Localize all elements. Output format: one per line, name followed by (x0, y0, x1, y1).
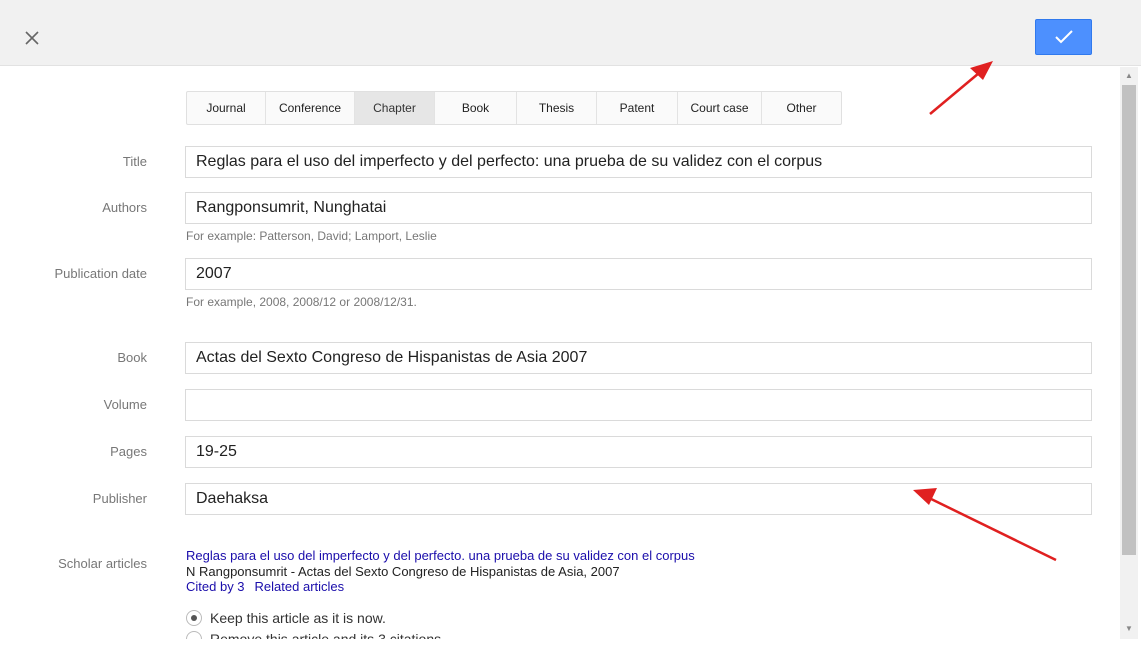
checkmark-icon (1054, 30, 1073, 44)
close-button[interactable] (20, 26, 44, 50)
scholar-article-title-link[interactable]: Reglas para el uso del imperfecto y del … (186, 548, 1086, 563)
keep-article-option[interactable]: Keep this article as it is now. (186, 610, 386, 626)
bottom-edge (0, 639, 1141, 647)
pages-label: Pages (110, 444, 147, 459)
scroll-down-arrow-icon[interactable]: ▼ (1124, 624, 1134, 634)
keep-article-radio[interactable] (186, 610, 202, 626)
authors-input[interactable] (185, 192, 1092, 224)
tab-chapter[interactable]: Chapter (355, 92, 435, 124)
book-label: Book (117, 350, 147, 365)
tab-thesis[interactable]: Thesis (517, 92, 597, 124)
scholar-article: Reglas para el uso del imperfecto y del … (186, 548, 1086, 594)
scholar-article-authors: N Rangponsumrit - Actas del Sexto Congre… (186, 564, 620, 579)
authors-label: Authors (102, 200, 147, 215)
form-content: Journal Conference Chapter Book Thesis Patent… (0, 67, 1120, 639)
remove-article-option[interactable]: Remove this article and its 3 citations. (186, 631, 445, 639)
save-button[interactable] (1035, 19, 1092, 55)
tab-patent[interactable]: Patent (597, 92, 678, 124)
book-input[interactable] (185, 342, 1092, 374)
publisher-input[interactable] (185, 483, 1092, 515)
related-articles-link[interactable]: Related articles (255, 579, 345, 594)
edit-article-dialog: Journal Conference Chapter Book Thesis Patent… (0, 0, 1141, 647)
tab-journal[interactable]: Journal (187, 92, 266, 124)
tab-book[interactable]: Book (435, 92, 517, 124)
scholar-article-links: Cited by 3 Related articles (186, 580, 1086, 594)
tab-conference[interactable]: Conference (266, 92, 355, 124)
publication-date-hint: For example, 2008, 2008/12 or 2008/12/31… (186, 295, 417, 309)
title-input[interactable] (185, 146, 1092, 178)
dialog-header (0, 0, 1141, 66)
publication-date-input[interactable] (185, 258, 1092, 290)
vertical-scrollbar[interactable]: ▲ ▼ (1120, 67, 1138, 639)
volume-label: Volume (103, 397, 147, 412)
close-icon (25, 31, 39, 45)
authors-hint: For example: Patterson, David; Lamport, … (186, 229, 437, 243)
scholar-articles-label: Scholar articles (58, 556, 147, 571)
tab-other[interactable]: Other (762, 92, 841, 124)
scroll-up-arrow-icon[interactable]: ▲ (1124, 71, 1134, 81)
remove-article-radio[interactable] (186, 631, 202, 639)
tab-court-case[interactable]: Court case (678, 92, 762, 124)
type-tabs: Journal Conference Chapter Book Thesis Patent… (186, 91, 842, 125)
pages-input[interactable] (185, 436, 1092, 468)
publication-date-label: Publication date (54, 266, 147, 281)
scrollbar-thumb[interactable] (1122, 85, 1136, 555)
remove-article-label: Remove this article and its 3 citations. (210, 631, 445, 639)
keep-article-label: Keep this article as it is now. (210, 610, 386, 626)
volume-input[interactable] (185, 389, 1092, 421)
title-label: Title (122, 154, 147, 169)
cited-by-link[interactable]: Cited by 3 (186, 579, 245, 594)
publisher-label: Publisher (92, 491, 147, 506)
